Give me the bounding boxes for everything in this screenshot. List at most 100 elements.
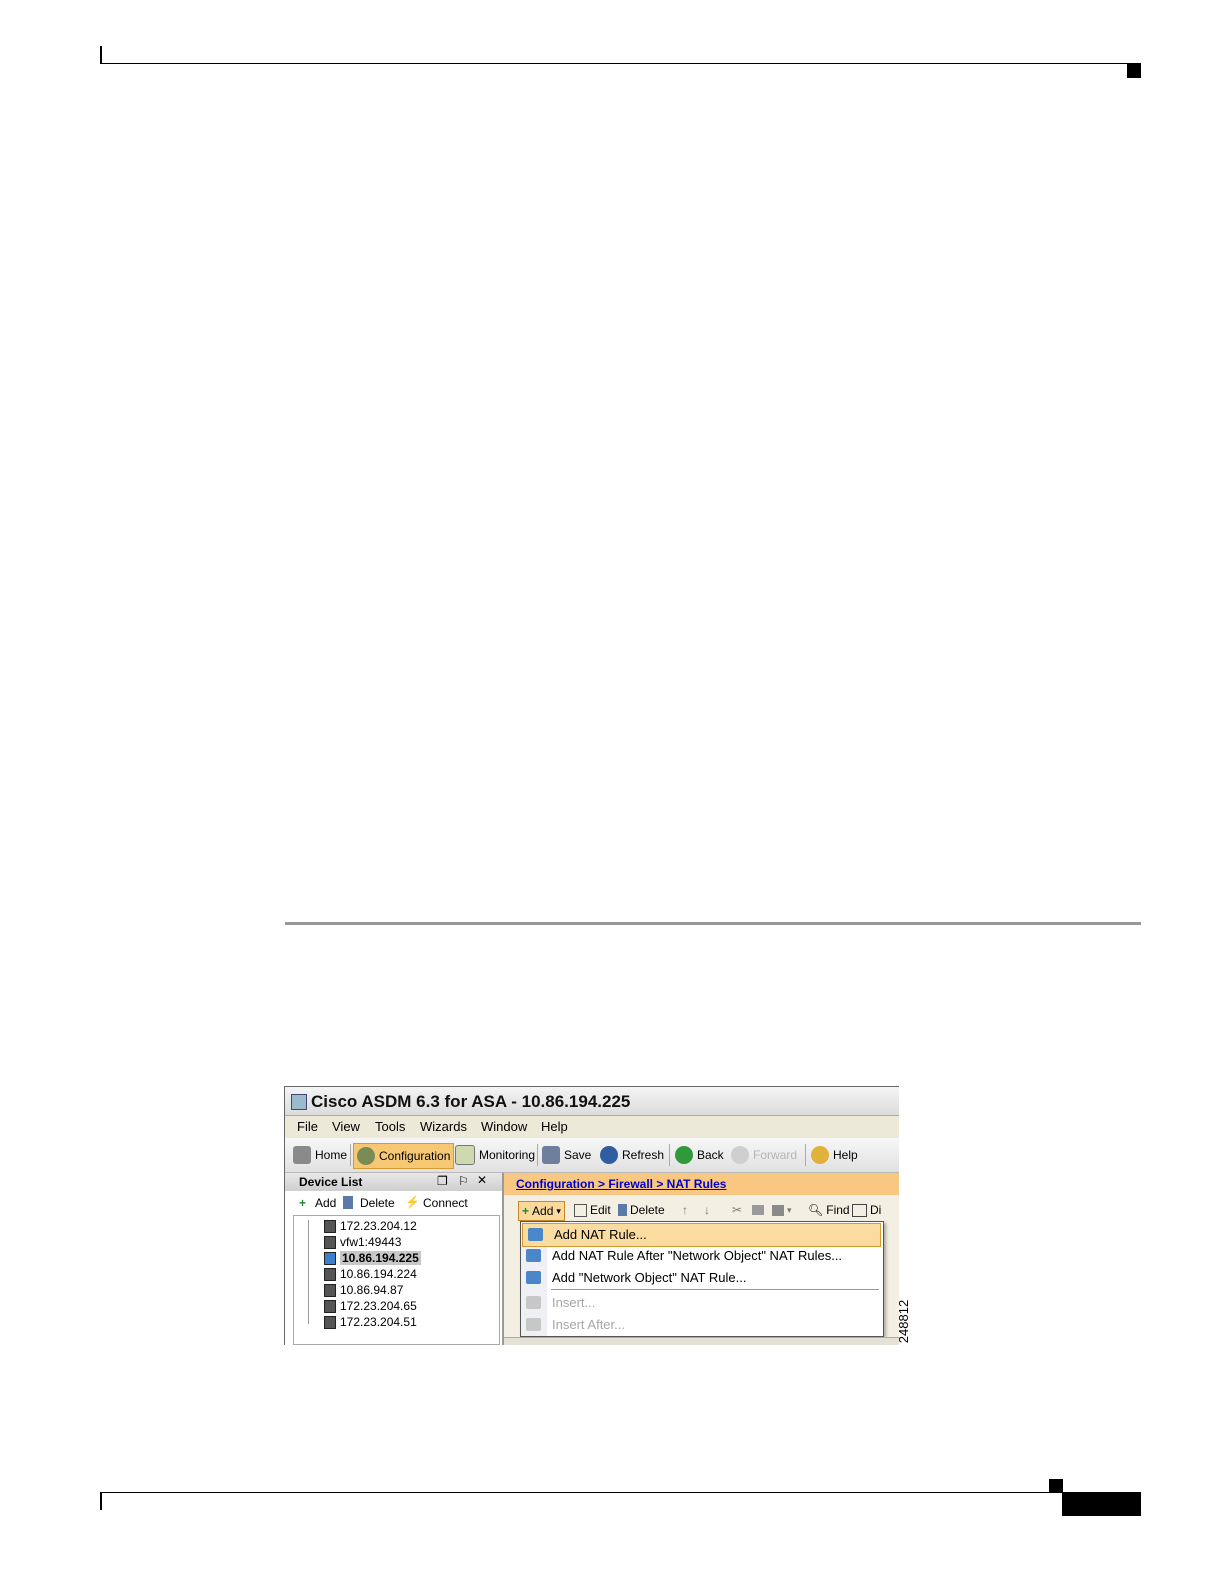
device-list-title: Device List <box>299 1175 363 1189</box>
refresh-icon <box>600 1146 618 1164</box>
menu-item-insert-after[interactable]: Insert After... <box>521 1314 883 1336</box>
diagram-button[interactable]: Di <box>852 1201 881 1219</box>
header-tick <box>100 46 102 64</box>
device-delete-button[interactable]: Delete <box>360 1196 395 1210</box>
back-label: Back <box>697 1148 724 1162</box>
add-dropdown-menu: Add NAT Rule... Add NAT Rule After "Netw… <box>520 1221 884 1337</box>
find-button[interactable]: 🔍︎ Find <box>808 1201 850 1219</box>
device-item[interactable]: 172.23.204.51 <box>324 1314 417 1330</box>
menu-view[interactable]: View <box>332 1119 360 1134</box>
menu-item-insert[interactable]: Insert... <box>521 1292 883 1314</box>
menu-window[interactable]: Window <box>481 1119 527 1134</box>
device-item[interactable]: 172.23.204.12 <box>324 1218 417 1234</box>
find-label: Find <box>826 1203 850 1217</box>
question-mark-icon <box>811 1146 829 1164</box>
toolbar-separator <box>350 1144 351 1166</box>
menu-item-label: Add NAT Rule After "Network Object" NAT … <box>552 1248 843 1263</box>
device-item[interactable]: 172.23.204.65 <box>324 1298 417 1314</box>
nat-delete-button[interactable]: Delete <box>618 1201 665 1219</box>
rules-table-header-strip <box>504 1337 899 1345</box>
footer-rule <box>100 1492 1141 1493</box>
magnifier-icon: 🔍︎ <box>808 1203 824 1217</box>
header-rule <box>100 63 1141 64</box>
menu-wizards[interactable]: Wizards <box>420 1119 467 1134</box>
restore-pane-icon[interactable]: ❐ <box>437 1174 448 1188</box>
diagram-icon <box>852 1203 867 1217</box>
move-down-button[interactable]: ↓ <box>704 1201 710 1219</box>
nat-rule-icon <box>526 1249 541 1262</box>
device-icon <box>324 1283 336 1297</box>
monitoring-button[interactable]: Monitoring <box>455 1143 535 1167</box>
floppy-disk-icon <box>542 1146 560 1164</box>
device-item-label: 172.23.204.65 <box>340 1299 417 1313</box>
monitor-chart-icon <box>455 1145 475 1165</box>
device-icon <box>324 1315 336 1329</box>
save-button[interactable]: Save <box>542 1143 591 1167</box>
menu-item-label: Add "Network Object" NAT Rule... <box>552 1270 747 1285</box>
device-item-selected[interactable]: 10.86.194.225 <box>324 1250 421 1266</box>
device-item-label: 10.86.194.224 <box>340 1267 417 1281</box>
configuration-button[interactable]: Configuration <box>353 1143 455 1169</box>
copy-button[interactable] <box>752 1201 764 1219</box>
home-icon <box>293 1146 311 1164</box>
save-label: Save <box>564 1148 592 1162</box>
menu-item-label: Insert After... <box>552 1317 625 1332</box>
arrow-up-icon: ↑ <box>682 1203 688 1217</box>
help-button[interactable]: Help <box>811 1143 858 1167</box>
tree-line <box>308 1220 309 1324</box>
device-item[interactable]: vfw1:49443 <box>324 1234 401 1250</box>
refresh-button[interactable]: Refresh <box>600 1143 664 1167</box>
device-item[interactable]: 10.86.94.87 <box>324 1282 403 1298</box>
nat-add-label: Add <box>532 1204 554 1218</box>
window-title: Cisco ASDM 6.3 for ASA - 10.86.194.225 <box>311 1092 631 1111</box>
insert-icon <box>526 1296 541 1309</box>
refresh-label: Refresh <box>622 1148 665 1162</box>
home-label: Home <box>315 1148 348 1162</box>
device-item-label: vfw1:49443 <box>340 1235 402 1249</box>
nat-delete-label: Delete <box>630 1203 665 1217</box>
forward-button[interactable]: Forward <box>731 1143 797 1167</box>
chevron-down-icon[interactable]: ▾ <box>556 1206 561 1217</box>
device-connect-button[interactable]: Connect <box>423 1196 468 1210</box>
close-pane-icon[interactable]: ✕ <box>477 1173 487 1187</box>
paste-icon <box>772 1204 784 1216</box>
nat-add-button[interactable]: + Add ▾ <box>518 1201 565 1221</box>
paste-button[interactable]: ▾ <box>772 1201 792 1219</box>
menu-item-label: Add NAT Rule... <box>554 1227 647 1242</box>
move-up-button[interactable]: ↑ <box>682 1201 688 1219</box>
trash-icon <box>618 1204 627 1216</box>
menu-help[interactable]: Help <box>541 1119 568 1134</box>
monitoring-label: Monitoring <box>479 1148 536 1162</box>
breadcrumb-link[interactable]: Configuration > Firewall > NAT Rules <box>516 1177 726 1191</box>
nat-rules-pane: Configuration > Firewall > NAT Rules + A… <box>504 1173 899 1345</box>
home-button[interactable]: Home <box>293 1143 347 1167</box>
device-list-toolbar: + Add Delete ⚡ Connect <box>285 1193 502 1213</box>
trash-icon <box>343 1196 353 1209</box>
page-number-box <box>1062 1492 1141 1516</box>
device-tree: 172.23.204.12 vfw1:49443 10.86.194.225 1… <box>293 1215 500 1345</box>
device-item[interactable]: 10.86.194.224 <box>324 1266 417 1282</box>
back-button[interactable]: Back <box>675 1143 724 1167</box>
cut-button[interactable]: ✂ <box>732 1201 742 1219</box>
asdm-window: Cisco ASDM 6.3 for ASA - 10.86.194.225 F… <box>284 1086 899 1345</box>
copy-icon <box>752 1205 764 1215</box>
menu-file[interactable]: File <box>297 1119 318 1134</box>
footer-tick <box>100 1492 102 1510</box>
scissors-icon: ✂ <box>732 1203 743 1217</box>
device-add-button[interactable]: Add <box>315 1196 336 1210</box>
nat-edit-label: Edit <box>590 1203 611 1217</box>
menu-tools[interactable]: Tools <box>375 1119 405 1134</box>
diagram-label: Di <box>870 1203 882 1217</box>
menu-item-add-network-object-nat-rule[interactable]: Add "Network Object" NAT Rule... <box>521 1267 883 1289</box>
menu-item-add-nat-rule-after[interactable]: Add NAT Rule After "Network Object" NAT … <box>521 1245 883 1267</box>
forward-label: Forward <box>753 1148 798 1162</box>
configuration-label: Configuration <box>379 1149 451 1163</box>
device-item-label: 172.23.204.12 <box>340 1219 417 1233</box>
menu-item-add-nat-rule[interactable]: Add NAT Rule... <box>522 1223 881 1247</box>
toolbar-separator <box>537 1144 538 1166</box>
pin-icon[interactable]: ⚐ <box>458 1174 469 1188</box>
forward-arrow-icon <box>731 1146 749 1164</box>
nat-rule-icon <box>526 1271 541 1284</box>
arrow-down-icon: ↓ <box>704 1203 710 1217</box>
nat-edit-button[interactable]: Edit <box>574 1201 611 1219</box>
